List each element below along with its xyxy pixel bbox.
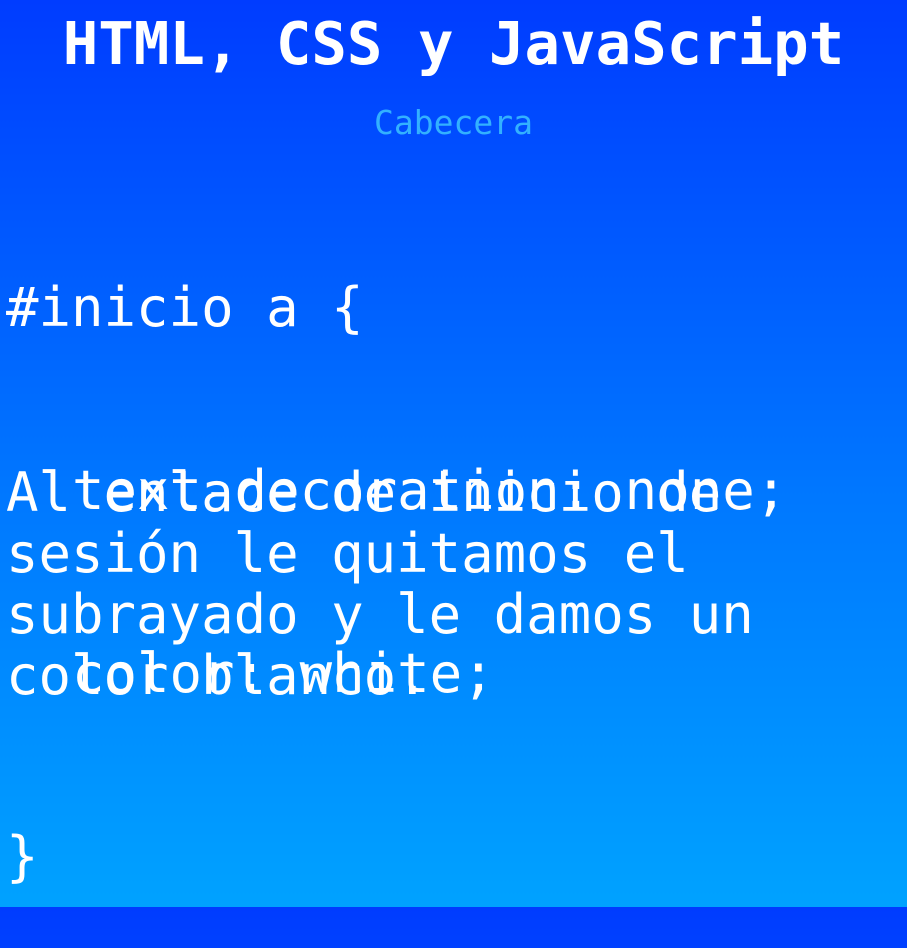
- description-line: sesión le quitamos el: [6, 522, 689, 585]
- description-paragraph: Al enlace de inicio de sesión le quitamo…: [6, 462, 901, 706]
- description-line: color blanco.: [6, 644, 429, 707]
- description-line: Al enlace de inicio de: [6, 461, 722, 524]
- section-subtitle: Cabecera: [374, 103, 533, 142]
- page-title: HTML, CSS y JavaScript: [62, 9, 845, 78]
- code-line-closing-brace: }: [6, 825, 39, 888]
- code-line-selector: #inicio a {: [6, 276, 364, 339]
- description-line: subrayado y le damos un: [6, 583, 754, 646]
